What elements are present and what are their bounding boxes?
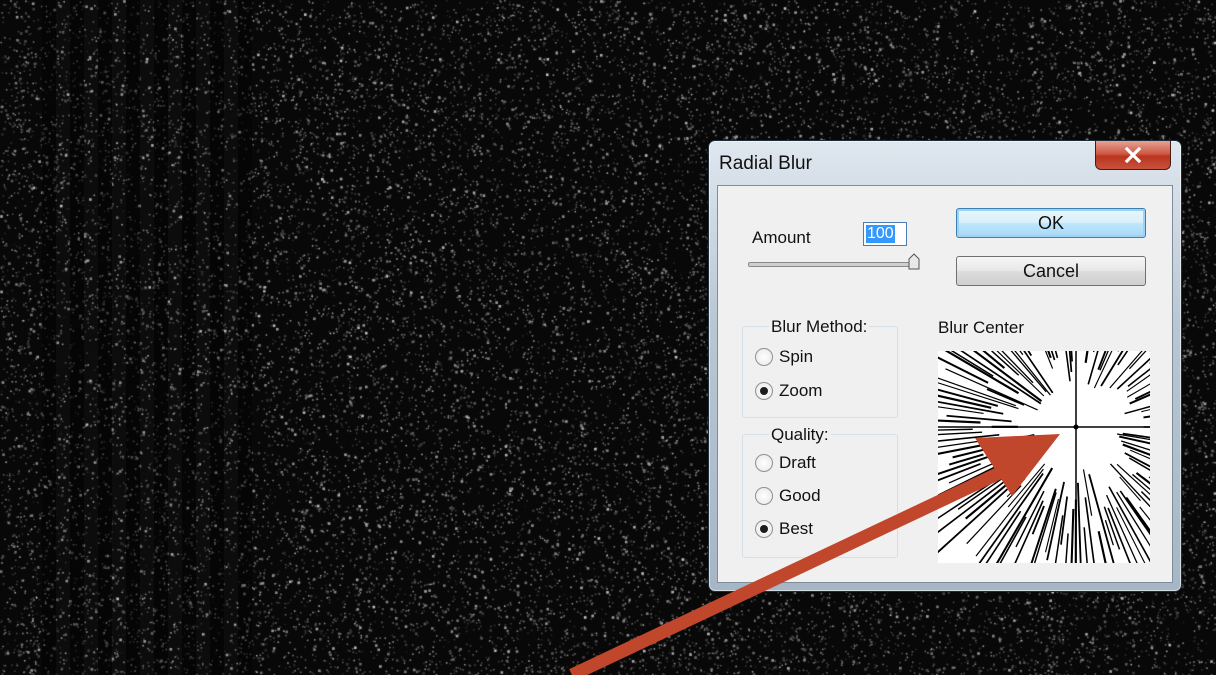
amount-value: 100	[866, 225, 895, 243]
radio-zoom-label: Zoom	[779, 381, 823, 400]
zoom-rays-preview	[938, 351, 1150, 563]
zoom-ray	[1088, 474, 1115, 563]
radio-circle	[755, 382, 773, 400]
blur-center-preview[interactable]	[938, 351, 1150, 563]
radio-zoom[interactable]: Zoom	[755, 381, 822, 401]
zoom-ray	[938, 428, 973, 431]
radio-best[interactable]: Best	[755, 519, 813, 539]
radio-circle	[755, 487, 773, 505]
blur-method-title: Blur Method:	[769, 317, 870, 337]
zoom-ray	[1050, 351, 1056, 361]
quality-title: Quality:	[769, 425, 831, 445]
blur-center-label: Blur Center	[938, 318, 1024, 337]
zoom-ray	[1103, 506, 1121, 550]
zoom-ray	[1119, 476, 1141, 502]
amount-slider-thumb[interactable]	[907, 253, 921, 271]
radio-spin-label: Spin	[779, 347, 814, 366]
blur-method-group: Blur Method: Spin Zoom	[742, 317, 898, 418]
radio-circle	[755, 520, 773, 538]
zoom-ray	[1105, 494, 1138, 563]
radio-draft-label: Draft	[779, 453, 816, 472]
layer-strip	[42, 0, 252, 675]
quality-group: Quality: Draft Good Best	[742, 425, 898, 558]
amount-slider-track[interactable]	[748, 262, 918, 267]
zoom-ray	[1084, 497, 1095, 563]
dialog-title: Radial Blur	[719, 153, 812, 174]
zoom-ray	[1116, 357, 1150, 390]
close-button[interactable]	[1095, 141, 1171, 170]
radio-circle	[755, 454, 773, 472]
ok-button[interactable]: OK	[956, 208, 1146, 238]
radio-spin[interactable]: Spin	[755, 347, 813, 367]
close-icon	[1124, 147, 1142, 163]
zoom-ray	[1104, 519, 1114, 546]
zoom-ray	[1070, 508, 1075, 563]
radio-circle	[755, 348, 773, 366]
zoom-ray	[938, 377, 1017, 407]
radio-best-label: Best	[779, 519, 814, 538]
radio-good[interactable]: Good	[755, 486, 821, 506]
zoom-ray	[1014, 351, 1051, 396]
radio-draft[interactable]: Draft	[755, 453, 816, 473]
amount-label: Amount	[752, 228, 811, 247]
zoom-ray	[938, 488, 1009, 554]
cancel-button[interactable]: Cancel	[956, 256, 1146, 286]
zoom-ray	[1077, 482, 1082, 563]
zoom-ray	[1109, 351, 1143, 389]
radio-good-label: Good	[779, 486, 821, 505]
zoom-ray	[1065, 351, 1071, 382]
blur-center-point	[1073, 424, 1079, 430]
radial-blur-dialog: Radial Blur Amount 100 OK Cancel Blur Me…	[708, 140, 1182, 592]
amount-input[interactable]: 100	[863, 222, 907, 246]
dialog-body: Amount 100 OK Cancel Blur Method: Spin Z…	[717, 185, 1173, 583]
